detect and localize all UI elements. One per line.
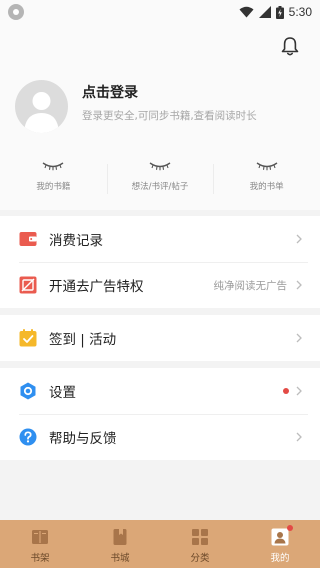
- menu-group-system: 设置 帮助与反馈: [0, 368, 320, 460]
- tab-label: 我的: [270, 553, 290, 564]
- profile-header: 点击登录 登录更安全,可同步书籍,查看阅读时长 我的书籍 想法/书评/帖子 我的…: [0, 24, 320, 210]
- help-icon: [19, 428, 37, 446]
- signal-icon: [258, 6, 271, 18]
- status-time: 5:30: [288, 5, 312, 19]
- bookstore-icon: [113, 529, 127, 545]
- chevron-right-icon: [296, 333, 302, 343]
- login-title[interactable]: 点击登录: [82, 82, 138, 102]
- login-subtitle: 登录更安全,可同步书籍,查看阅读时长: [82, 110, 257, 122]
- profile-badge-dot: [287, 525, 293, 531]
- chevron-right-icon: [296, 280, 302, 290]
- stat-my-books[interactable]: 我的书籍: [0, 156, 107, 202]
- category-icon: [192, 529, 208, 545]
- help-feedback-item[interactable]: 帮助与反馈: [0, 414, 320, 460]
- row-label: 设置: [49, 385, 76, 401]
- ad-free-hint: 纯净阅读无广告: [213, 279, 288, 292]
- closed-eye-icon: [256, 162, 278, 171]
- bookshelf-icon: [32, 530, 48, 544]
- stat-thoughts[interactable]: 想法/书评/帖子: [106, 156, 214, 202]
- no-ads-icon: [19, 276, 37, 294]
- closed-eye-icon: [42, 162, 64, 171]
- menu-group-account: 消费记录 开通去广告特权 纯净阅读无广告: [0, 216, 320, 308]
- stat-label: 想法/书评/帖子: [131, 182, 189, 192]
- closed-eye-icon: [149, 162, 171, 171]
- tab-bookstore[interactable]: 书城: [80, 520, 160, 568]
- stats-row: 我的书籍 想法/书评/帖子 我的书单: [0, 156, 320, 202]
- tab-label: 分类: [190, 553, 210, 564]
- chevron-right-icon: [296, 386, 302, 396]
- row-label: 签到 | 活动: [49, 332, 117, 348]
- chevron-right-icon: [296, 234, 302, 244]
- bell-icon[interactable]: [281, 36, 299, 56]
- checkin-activity-item[interactable]: 签到 | 活动: [0, 315, 320, 361]
- settings-icon: [20, 382, 36, 400]
- stat-label: 我的书籍: [36, 182, 71, 192]
- row-label: 帮助与反馈: [49, 431, 117, 447]
- battery-icon: [275, 5, 284, 19]
- consumption-record-item[interactable]: 消费记录: [0, 216, 320, 262]
- wifi-icon: [239, 6, 254, 18]
- chevron-right-icon: [296, 432, 302, 442]
- status-indicators: 5:30: [239, 3, 312, 21]
- new-indicator-dot: [283, 388, 289, 394]
- calendar-check-icon: [19, 329, 37, 347]
- tab-profile[interactable]: 我的: [240, 520, 320, 568]
- row-label: 消费记录: [49, 233, 103, 249]
- default-avatar-icon: [24, 92, 59, 133]
- status-bar: 5:30: [0, 0, 320, 24]
- ad-free-privilege-item[interactable]: 开通去广告特权 纯净阅读无广告: [0, 262, 320, 308]
- stat-label: 我的书单: [249, 182, 284, 192]
- profile-icon: [271, 528, 289, 546]
- tab-bookshelf[interactable]: 书架: [0, 520, 80, 568]
- stat-booklists[interactable]: 我的书单: [213, 156, 320, 202]
- menu-group-activity: 签到 | 活动: [0, 315, 320, 361]
- tab-label: 书城: [110, 553, 130, 564]
- bottom-tab-bar: 书架 书城 分类 我的: [0, 520, 320, 568]
- notification-app-icon: [8, 4, 24, 20]
- settings-item[interactable]: 设置: [0, 368, 320, 414]
- row-label: 开通去广告特权: [49, 279, 144, 295]
- avatar[interactable]: [15, 80, 68, 133]
- wallet-icon: [19, 232, 37, 246]
- tab-label: 书架: [30, 553, 50, 564]
- tab-category[interactable]: 分类: [160, 520, 240, 568]
